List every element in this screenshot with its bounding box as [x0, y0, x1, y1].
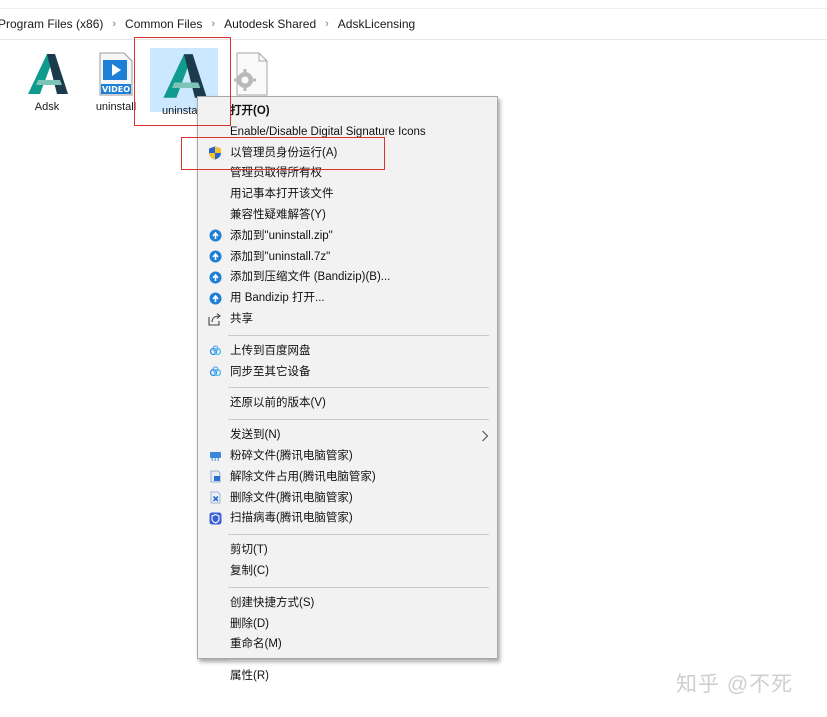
menu-item-label: 添加到"uninstall.7z": [230, 250, 331, 263]
menu-item-label: 添加到压缩文件 (Bandizip)(B)...: [230, 271, 391, 284]
breadcrumb-separator: ›: [211, 18, 216, 30]
menu-separator: [228, 419, 489, 421]
menu-item-upload-baidu[interactable]: 上传到百度网盘: [198, 341, 497, 362]
menu-item-label: 重命名(M): [230, 638, 282, 651]
menu-separator: [228, 387, 489, 389]
bandizip-icon: [208, 250, 222, 264]
file-adsk[interactable]: Adsk: [18, 52, 76, 113]
menu-item-rename[interactable]: 重命名(M): [198, 634, 497, 655]
menu-item-send-to[interactable]: 发送到(N): [198, 425, 497, 446]
menu-item-label: 上传到百度网盘: [230, 344, 311, 357]
baidu-cloud-icon: [208, 365, 222, 379]
menu-item-label: 用记事本打开该文件: [230, 188, 334, 201]
menu-item-label: 删除(D): [230, 617, 269, 630]
menu-item-label: 用 Bandizip 打开...: [230, 292, 325, 305]
baidu-cloud-icon: [208, 344, 222, 358]
file-label: Adsk: [34, 101, 60, 113]
menu-item-scan-virus[interactable]: 扫描病毒(腾讯电脑管家): [198, 508, 497, 529]
virus-scan-icon: [208, 511, 222, 525]
menu-item-label: 添加到"uninstall.zip": [230, 229, 333, 242]
breadcrumb-item-autodesk-shared[interactable]: Autodesk Shared: [222, 17, 318, 31]
menu-item-properties[interactable]: 属性(R): [198, 666, 497, 687]
menu-item-label: 兼容性疑难解答(Y): [230, 208, 326, 221]
breadcrumb: Program Files (x86) › Common Files › Aut…: [0, 9, 827, 40]
menu-item-add-7z[interactable]: 添加到"uninstall.7z": [198, 247, 497, 268]
highlight-box-file: [134, 37, 231, 126]
menu-item-restore-versions[interactable]: 还原以前的版本(V): [198, 393, 497, 414]
breadcrumb-item-common-files[interactable]: Common Files: [123, 17, 204, 31]
breadcrumb-item-adsklicensing[interactable]: AdskLicensing: [336, 17, 417, 31]
menu-item-sync-devices[interactable]: 同步至其它设备: [198, 362, 497, 383]
menu-item-label: 发送到(N): [230, 429, 281, 442]
delete-file-icon: [208, 491, 222, 505]
top-strip: [0, 0, 827, 9]
menu-separator: [228, 586, 489, 588]
breadcrumb-separator: ›: [112, 18, 117, 30]
menu-item-label: 复制(C): [230, 564, 269, 577]
bandizip-icon: [208, 229, 222, 243]
menu-item-label: 剪切(T): [230, 544, 268, 557]
menu-item-label: 创建快捷方式(S): [230, 596, 315, 609]
menu-item-copy[interactable]: 复制(C): [198, 561, 497, 582]
menu-item-delete-tx[interactable]: 删除文件(腾讯电脑管家): [198, 488, 497, 509]
menu-item-create-shortcut[interactable]: 创建快捷方式(S): [198, 593, 497, 614]
bandizip-icon: [208, 270, 222, 284]
file-gear[interactable]: [226, 52, 272, 99]
gear-file-icon: [234, 52, 268, 96]
menu-item-open[interactable]: 打开(O): [198, 101, 497, 122]
autodesk-icon: [28, 54, 68, 94]
menu-item-add-archive[interactable]: 添加到压缩文件 (Bandizip)(B)...: [198, 267, 497, 288]
menu-separator: [228, 334, 489, 336]
menu-item-troubleshoot[interactable]: 兼容性疑难解答(Y): [198, 205, 497, 226]
menu-item-add-zip[interactable]: 添加到"uninstall.zip": [198, 226, 497, 247]
menu-separator: [228, 534, 489, 536]
menu-item-delete[interactable]: 删除(D): [198, 614, 497, 635]
watermark: 知乎 @不死: [676, 673, 794, 696]
menu-separator: [228, 660, 489, 662]
menu-item-label: 打开(O): [230, 105, 270, 117]
unlock-icon: [208, 470, 222, 484]
shred-icon: [208, 449, 222, 463]
menu-item-label: 同步至其它设备: [230, 365, 311, 378]
bandizip-icon: [208, 291, 222, 305]
share-icon: [208, 312, 222, 326]
menu-item-unlock-file[interactable]: 解除文件占用(腾讯电脑管家): [198, 467, 497, 488]
menu-item-shred[interactable]: 粉碎文件(腾讯电脑管家): [198, 446, 497, 467]
menu-item-cut[interactable]: 剪切(T): [198, 540, 497, 561]
video-badge: VIDEO: [102, 85, 130, 94]
menu-item-label: 还原以前的版本(V): [230, 397, 326, 410]
breadcrumb-separator: ›: [325, 18, 329, 30]
breadcrumb-item-program-files[interactable]: Program Files (x86): [0, 17, 105, 31]
menu-item-label: 粉碎文件(腾讯电脑管家): [230, 449, 353, 462]
context-menu: 打开(O) Enable/Disable Digital Signature I…: [197, 96, 498, 682]
menu-item-label: Enable/Disable Digital Signature Icons: [230, 125, 426, 138]
menu-item-label: 删除文件(腾讯电脑管家): [230, 491, 353, 504]
menu-item-label: 共享: [230, 312, 253, 325]
highlight-box-run-as-admin: [181, 137, 385, 170]
menu-item-label: 属性(R): [230, 670, 269, 683]
menu-item-open-bandizip[interactable]: 用 Bandizip 打开...: [198, 288, 497, 309]
video-file-icon: VIDEO: [99, 52, 133, 96]
menu-item-open-notepad[interactable]: 用记事本打开该文件: [198, 184, 497, 205]
menu-item-label: 扫描病毒(腾讯电脑管家): [230, 512, 353, 525]
menu-item-share[interactable]: 共享: [198, 309, 497, 330]
chevron-right-icon: [481, 425, 489, 446]
menu-item-label: 解除文件占用(腾讯电脑管家): [230, 470, 376, 483]
